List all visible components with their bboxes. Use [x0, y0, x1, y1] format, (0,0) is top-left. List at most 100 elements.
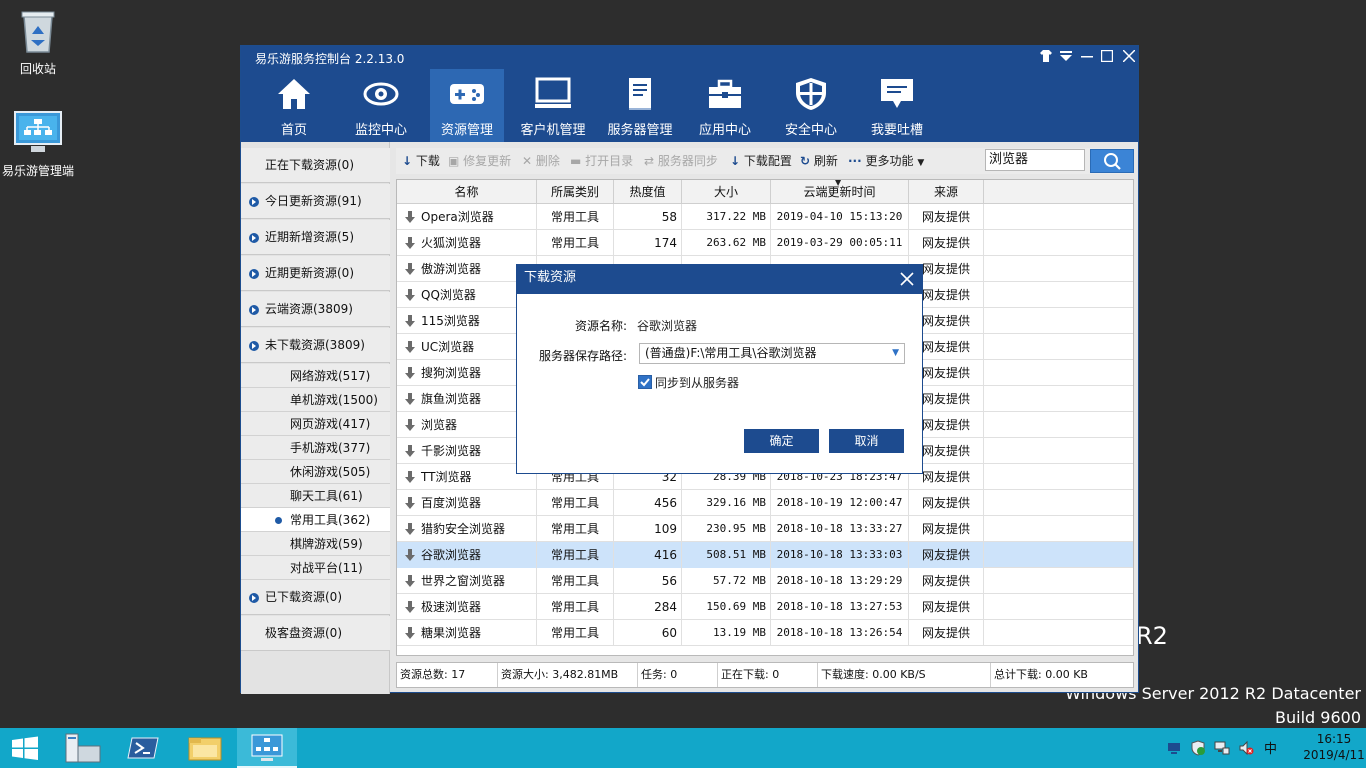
taskbar-app-console[interactable] [237, 728, 297, 768]
nav-client-management[interactable]: 客户机管理 [514, 69, 592, 142]
table-row[interactable]: 世界之窗浏览器 常用工具 56 57.72 MB 2018-10-18 13:29:29… [397, 568, 1133, 594]
table-row[interactable]: 糖果浏览器 常用工具 60 13.19 MB 2018-10-18 13:26:54 网友… [397, 620, 1133, 646]
table-row[interactable]: 百度浏览器 常用工具 456 329.16 MB 2018-10-19 12:00:47… [397, 490, 1133, 516]
column-header-hotness[interactable]: 热度值 [614, 180, 682, 204]
nav-security-center[interactable]: 安全中心 [774, 69, 848, 142]
row-download-icon[interactable] [405, 211, 415, 223]
sidebar-item-downloaded[interactable]: 已下载资源(0) [241, 580, 390, 615]
column-header-category[interactable]: 所属类别 [537, 180, 614, 204]
cell-time: 2018-10-18 13:33:27 [771, 516, 909, 542]
sidebar-sub-mobile-games[interactable]: 手机游戏(377) [241, 436, 390, 460]
table-row[interactable]: 火狐浏览器 常用工具 174 263.62 MB 2019-03-29 00:05:11… [397, 230, 1133, 256]
recycle-bin[interactable]: 回收站 [0, 6, 76, 78]
sidebar-item-not-downloaded[interactable]: 未下载资源(3809) [241, 328, 390, 363]
sidebar-item-cloud[interactable]: 云端资源(3809) [241, 292, 390, 327]
sidebar-item-today-updated[interactable]: 今日更新资源(91) [241, 184, 390, 219]
close-icon[interactable] [1120, 49, 1138, 66]
row-download-icon[interactable] [405, 419, 415, 431]
row-download-icon[interactable] [405, 263, 415, 275]
save-path-select[interactable]: (普通盘)F:\常用工具\谷歌浏览器 ▼ [639, 343, 905, 364]
row-download-icon[interactable] [405, 575, 415, 587]
table-row[interactable]: Opera浏览器 常用工具 58 317.22 MB 2019-04-10 15:13:… [397, 204, 1133, 230]
sidebar-item-recent-updated[interactable]: 近期更新资源(0) [241, 256, 390, 291]
row-download-icon[interactable] [405, 341, 415, 353]
nav-home[interactable]: 首页 [257, 69, 331, 142]
nav-feedback[interactable]: 我要吐槽 [860, 69, 934, 142]
sync-checkbox[interactable] [638, 375, 652, 389]
sidebar-item-downloading[interactable]: 正在下载资源(0) [241, 148, 390, 183]
status-tasks: 任务: 0 [638, 663, 718, 687]
cancel-button[interactable]: 取消 [829, 429, 904, 453]
cell-size: 317.22 MB [682, 204, 771, 230]
ime-indicator[interactable]: 中 [1264, 738, 1277, 757]
tray-expand-icon[interactable] [1166, 740, 1182, 756]
row-download-icon[interactable] [405, 315, 415, 327]
sidebar-sub-common-tools[interactable]: 常用工具(362) [241, 508, 390, 532]
nav-resource-management[interactable]: 资源管理 [430, 69, 504, 142]
cell-src: 网友提供 [909, 620, 984, 646]
network-icon[interactable] [1214, 740, 1230, 756]
nav-app-center[interactable]: 应用中心 [688, 69, 762, 142]
sync-checkbox-label[interactable]: 同步到从服务器 [655, 374, 739, 391]
table-row[interactable]: 极速浏览器 常用工具 284 150.69 MB 2018-10-18 13:27:53… [397, 594, 1133, 620]
nav-monitor-center[interactable]: 监控中心 [344, 69, 418, 142]
column-header-name[interactable]: 名称 [397, 180, 537, 204]
refresh-button[interactable]: ↻ 刷新 [800, 152, 838, 170]
search-button[interactable] [1090, 149, 1134, 173]
row-download-icon[interactable] [405, 627, 415, 639]
minimize-icon[interactable] [1078, 50, 1096, 66]
table-row[interactable]: 猎豹安全浏览器 常用工具 109 230.95 MB 2018-10-18 13:33:… [397, 516, 1133, 542]
sidebar-sub-casual-games[interactable]: 休闲游戏(505) [241, 460, 390, 484]
sidebar-sub-web-games[interactable]: 网页游戏(417) [241, 412, 390, 436]
row-download-icon[interactable] [405, 497, 415, 509]
search-input[interactable]: 浏览器 [985, 149, 1085, 171]
cell-name: 百度浏览器 [397, 490, 537, 516]
taskbar-server-manager[interactable] [52, 728, 112, 768]
sidebar-sub-battle-platform[interactable]: 对战平台(11) [241, 556, 390, 580]
skin-icon[interactable] [1037, 50, 1055, 66]
cell-name: 极速浏览器 [397, 594, 537, 620]
sync-icon: ⇄ [644, 154, 655, 168]
taskbar-file-explorer[interactable] [175, 728, 235, 768]
row-download-icon[interactable] [405, 523, 415, 535]
download-button[interactable]: ↓ 下载 [402, 152, 440, 170]
column-header-source[interactable]: 来源 [909, 180, 984, 204]
status-bar: 资源总数: 17 资源大小: 3,482.81MB 任务: 0 正在下载: 0 … [396, 662, 1134, 688]
start-button[interactable] [0, 728, 50, 768]
menu-dropdown-icon[interactable] [1057, 50, 1075, 66]
sidebar-sub-single-games[interactable]: 单机游戏(1500) [241, 388, 390, 412]
open-directory-button[interactable]: ▬ 打开目录 [570, 152, 633, 170]
sidebar-item-recent-new[interactable]: 近期新增资源(5) [241, 220, 390, 255]
nav-server-management[interactable]: 服务器管理 [601, 69, 679, 142]
repair-update-button[interactable]: ▣ 修复更新 [448, 152, 511, 170]
download-config-button[interactable]: ↓ 下载配置 [730, 152, 792, 170]
row-download-icon[interactable] [405, 549, 415, 561]
toolbox-icon [709, 79, 741, 108]
row-download-icon[interactable] [405, 367, 415, 379]
repair-icon: ▣ [448, 154, 460, 168]
row-download-icon[interactable] [405, 289, 415, 301]
row-download-icon[interactable] [405, 445, 415, 457]
app-shortcut[interactable]: 易乐游管理端 [0, 110, 76, 180]
table-row[interactable]: 谷歌浏览器 常用工具 416 508.51 MB 2018-10-18 13:33:03… [397, 542, 1133, 568]
sidebar-sub-card-games[interactable]: 棋牌游戏(59) [241, 532, 390, 556]
action-center-icon[interactable] [1190, 740, 1206, 756]
row-download-icon[interactable] [405, 601, 415, 613]
row-download-icon[interactable] [405, 237, 415, 249]
sidebar-sub-online-games[interactable]: 网络游戏(517) [241, 364, 390, 388]
more-functions-button[interactable]: ··· 更多功能 ▼ [848, 152, 924, 172]
volume-muted-icon[interactable] [1238, 740, 1254, 756]
cell-hot: 60 [614, 620, 682, 646]
column-header-size[interactable]: 大小 [682, 180, 771, 204]
delete-button[interactable]: ✕ 删除 [522, 152, 560, 170]
dialog-close-icon[interactable] [896, 268, 918, 290]
row-download-icon[interactable] [405, 393, 415, 405]
taskbar-powershell[interactable] [114, 728, 174, 768]
row-download-icon[interactable] [405, 471, 415, 483]
sidebar-item-geek-disk[interactable]: 极客盘资源(0) [241, 616, 390, 651]
maximize-icon[interactable] [1098, 49, 1116, 66]
clock[interactable]: 16:15 2019/4/11 [1302, 731, 1366, 763]
sidebar-sub-chat-tools[interactable]: 聊天工具(61) [241, 484, 390, 508]
confirm-button[interactable]: 确定 [744, 429, 819, 453]
server-sync-button[interactable]: ⇄ 服务器同步 [644, 152, 718, 170]
